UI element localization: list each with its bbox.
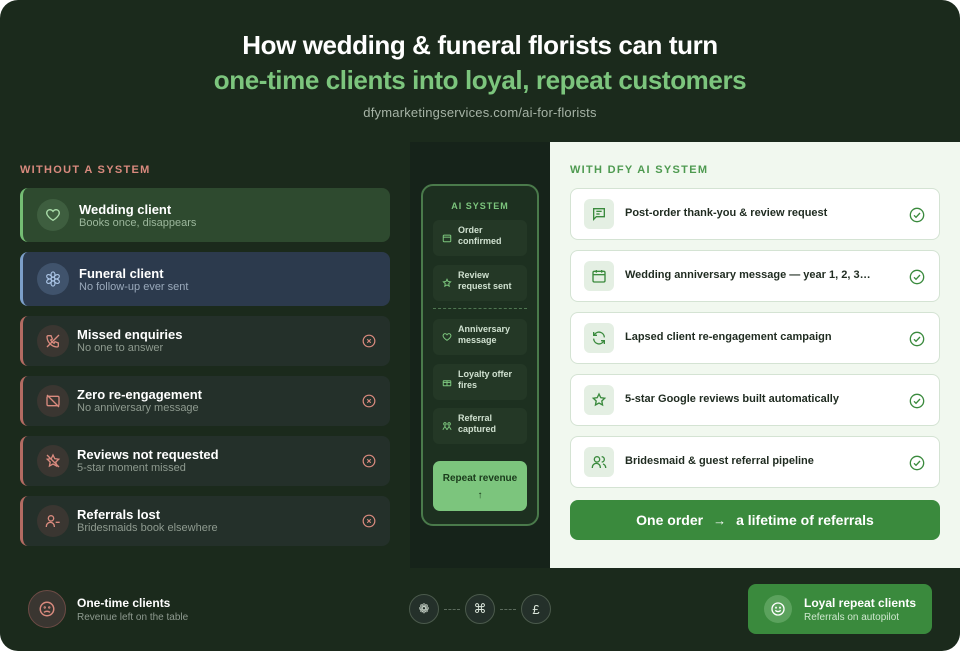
benefit-label: 5-star Google reviews built automaticall… bbox=[625, 393, 839, 405]
card-subtitle: Books once, disappears bbox=[79, 217, 197, 229]
card-subtitle: No one to answer bbox=[77, 342, 164, 354]
with-system-label: WITH DFY AI SYSTEM bbox=[570, 164, 709, 176]
benefit-re-engagement: Lapsed client re-engagement campaign bbox=[570, 312, 940, 364]
benefit-anniversary-message: Wedding anniversary message — year 1, 2,… bbox=[570, 250, 940, 302]
heart-icon bbox=[442, 333, 452, 341]
card-title: Referrals lost bbox=[77, 507, 161, 522]
check-circle-icon bbox=[909, 269, 925, 285]
funeral-client-card: Funeral client No follow-up ever sent bbox=[20, 252, 390, 306]
people-icon bbox=[442, 422, 452, 431]
wedding-client-card: Wedding client Books once, disappears bbox=[20, 188, 390, 242]
infographic-frame: How wedding & funeral florists can turn … bbox=[0, 0, 960, 651]
card-title: Missed enquiries bbox=[77, 327, 183, 342]
source-url[interactable]: dfymarketingservices.com/ai-for-florists bbox=[0, 105, 960, 120]
calendar-icon bbox=[442, 234, 452, 243]
check-circle-icon bbox=[909, 455, 925, 471]
benefit-review-request: Post-order thank-you & review request bbox=[570, 188, 940, 240]
card-title: Wedding client bbox=[79, 202, 172, 217]
status-subtitle: Referrals on autopilot bbox=[804, 612, 900, 623]
benefit-label: Bridesmaid & guest referral pipeline bbox=[625, 455, 814, 467]
refresh-icon bbox=[584, 323, 614, 353]
zero-re-engagement-card: Zero re-engagement No anniversary messag… bbox=[20, 376, 390, 426]
phone-off-icon bbox=[37, 325, 69, 357]
gift-icon bbox=[442, 380, 452, 387]
robot-token-icon: ⌘ bbox=[465, 594, 495, 624]
user-minus-icon bbox=[37, 505, 69, 537]
check-circle-icon bbox=[909, 331, 925, 347]
benefit-label: Post-order thank-you & review request bbox=[625, 207, 828, 219]
arrow-right-icon: → bbox=[713, 512, 727, 528]
check-circle-icon bbox=[909, 393, 925, 409]
card-subtitle: No anniversary message bbox=[77, 402, 199, 414]
card-subtitle: 5-star moment missed bbox=[77, 462, 186, 474]
flower-icon bbox=[37, 263, 69, 295]
connector bbox=[444, 609, 460, 610]
missed-enquiries-card: Missed enquiries No one to answer bbox=[20, 316, 390, 366]
status-title: Loyal repeat clients bbox=[804, 596, 917, 610]
step-anniversary-message: Anniversary message bbox=[433, 319, 527, 355]
card-subtitle: No follow-up ever sent bbox=[79, 281, 189, 293]
step-label: Review request sent bbox=[458, 270, 512, 291]
message-off-icon bbox=[37, 385, 69, 417]
page-subtitle: one-time clients into loyal, repeat cust… bbox=[213, 65, 747, 95]
step-label: Referral captured bbox=[458, 413, 497, 434]
card-title: Funeral client bbox=[79, 266, 164, 281]
status-title: One-time clients bbox=[77, 596, 171, 610]
divider bbox=[433, 308, 527, 309]
lifetime-referrals-button[interactable]: One order → a lifetime of referrals bbox=[570, 500, 940, 540]
referrals-lost-card: Referrals lost Bridesmaids book elsewher… bbox=[20, 496, 390, 546]
benefit-label: Lapsed client re-engagement campaign bbox=[625, 331, 832, 343]
x-circle-icon bbox=[362, 514, 376, 528]
with-system-panel: WITH DFY AI SYSTEM Post-order thank-you … bbox=[550, 142, 960, 568]
message-heart-icon bbox=[584, 199, 614, 229]
repeat-revenue-badge: Repeat revenue ↑ bbox=[433, 461, 527, 511]
card-title: Zero re-engagement bbox=[77, 387, 202, 402]
star-icon bbox=[442, 278, 452, 288]
arrow-up-icon: ↑ bbox=[477, 490, 483, 501]
x-circle-icon bbox=[362, 334, 376, 348]
page-title: How wedding & funeral florists can turn bbox=[242, 30, 718, 60]
without-system-label: WITHOUT A SYSTEM bbox=[20, 164, 151, 176]
step-referral-captured: Referral captured bbox=[433, 408, 527, 444]
loyal-repeat-clients-badge: Loyal repeat clients Referrals on autopi… bbox=[748, 584, 932, 634]
step-review-request: Review request sent bbox=[433, 265, 527, 301]
check-circle-icon bbox=[909, 207, 925, 223]
happy-face-icon bbox=[764, 595, 792, 623]
calendar-heart-icon bbox=[584, 261, 614, 291]
repeat-revenue-label: Repeat revenue bbox=[442, 473, 518, 484]
status-subtitle: Revenue left on the table bbox=[77, 612, 189, 623]
ai-system-phone: AI SYSTEM Order confirmed Review request… bbox=[421, 184, 539, 526]
reviews-not-requested-card: Reviews not requested 5-star moment miss… bbox=[20, 436, 390, 486]
x-circle-icon bbox=[362, 394, 376, 408]
step-order-confirmed: Order confirmed bbox=[433, 220, 527, 256]
benefit-referral-pipeline: Bridesmaid & guest referral pipeline bbox=[570, 436, 940, 488]
star-off-icon bbox=[37, 445, 69, 477]
users-icon bbox=[584, 447, 614, 477]
pound-token-icon: £ bbox=[521, 594, 551, 624]
step-loyalty-offer: Loyalty offer fires bbox=[433, 364, 527, 400]
card-title: Reviews not requested bbox=[77, 447, 219, 462]
benefit-google-reviews: 5-star Google reviews built automaticall… bbox=[570, 374, 940, 426]
flower-token-icon: ❁ bbox=[409, 594, 439, 624]
ai-system-label: AI SYSTEM bbox=[451, 201, 509, 211]
step-label: Anniversary message bbox=[458, 324, 511, 345]
card-subtitle: Bridesmaids book elsewhere bbox=[77, 522, 218, 534]
connector bbox=[500, 609, 516, 610]
step-label: Order confirmed bbox=[458, 225, 502, 246]
benefit-label: Wedding anniversary message — year 1, 2,… bbox=[625, 269, 871, 281]
star-icon bbox=[584, 385, 614, 415]
cta-left-text: One order bbox=[636, 512, 704, 528]
step-label: Loyalty offer fires bbox=[458, 369, 513, 390]
cta-right-text: a lifetime of referrals bbox=[736, 512, 874, 528]
sad-face-icon bbox=[28, 590, 66, 628]
x-circle-icon bbox=[362, 454, 376, 468]
heart-icon bbox=[37, 199, 69, 231]
